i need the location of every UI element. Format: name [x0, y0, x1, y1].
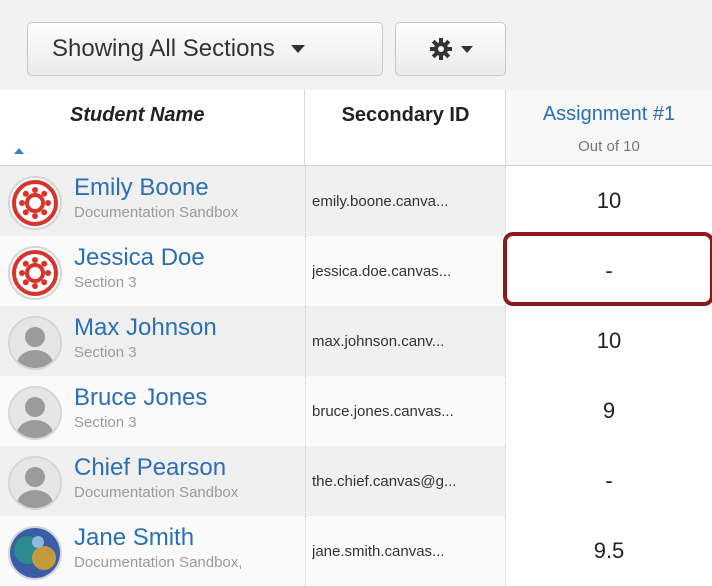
student-row: Max Johnson Section 3 max.johnson.canv..… — [0, 306, 712, 376]
secondary-id-cell: jessica.doe.canvas... — [305, 236, 506, 306]
student-section-label: Documentation Sandbox, — [74, 554, 243, 571]
student-name-link[interactable]: Max Johnson — [74, 314, 217, 342]
student-name-link[interactable]: Emily Boone — [74, 174, 209, 202]
section-filter-label: Showing All Sections — [52, 35, 275, 62]
secondary-id-value: emily.boone.canva... — [312, 192, 449, 210]
grade-value: - — [605, 468, 613, 493]
canvas-logo-avatar-icon — [8, 246, 62, 300]
student-row: Jane Smith Documentation Sandbox, jane.s… — [0, 516, 712, 586]
grade-value: 10 — [596, 188, 622, 213]
grade-value: 9.5 — [593, 538, 625, 563]
student-name-column-header[interactable]: Student Name — [0, 90, 305, 166]
grade-cell[interactable]: 9 — [506, 376, 712, 446]
secondary-id-cell: bruce.jones.canvas... — [305, 376, 506, 446]
chevron-down-icon — [460, 45, 473, 53]
grade-cell[interactable]: 10 — [506, 166, 712, 236]
student-name-cell: Bruce Jones Section 3 — [0, 376, 305, 446]
secondary-id-cell: emily.boone.canva... — [305, 166, 506, 236]
student-row: Emily Boone Documentation Sandbox emily.… — [0, 166, 712, 236]
student-name-cell: Chief Pearson Documentation Sandbox — [0, 446, 305, 516]
secondary-id-value: jessica.doe.canvas... — [312, 262, 452, 280]
student-name-cell: Jessica Doe Section 3 — [0, 236, 305, 306]
assignment-points-label: Out of 10 — [578, 138, 640, 155]
secondary-id-cell: jane.smith.canvas... — [305, 516, 506, 586]
student-name-link[interactable]: Chief Pearson — [74, 454, 226, 482]
default-user-avatar-icon — [8, 316, 62, 370]
grade-cell[interactable]: 10 — [506, 306, 712, 376]
grade-cell[interactable]: 9.5 — [506, 516, 712, 586]
student-name-header-label: Student Name — [70, 104, 205, 126]
student-name-link[interactable]: Bruce Jones — [74, 384, 207, 412]
secondary-id-cell: max.johnson.canv... — [305, 306, 506, 376]
default-user-avatar-icon — [8, 456, 62, 510]
default-user-avatar-icon — [8, 386, 62, 440]
student-section-label: Documentation Sandbox — [74, 484, 239, 501]
secondary-id-value: jane.smith.canvas... — [312, 542, 445, 560]
grade-value: 10 — [596, 328, 622, 353]
user-photo-avatar — [8, 526, 62, 580]
canvas-logo-avatar-icon — [8, 176, 62, 230]
secondary-id-value: the.chief.canvas@g... — [312, 472, 457, 490]
assignment-column-header[interactable]: Assignment #1 Out of 10 — [506, 90, 712, 166]
sort-ascending-icon — [14, 148, 24, 154]
secondary-id-value: max.johnson.canv... — [312, 332, 445, 350]
gradebook-toolbar: Showing All Sections — [0, 0, 712, 91]
student-row: Bruce Jones Section 3 bruce.jones.canvas… — [0, 376, 712, 446]
secondary-id-column-header[interactable]: Secondary ID — [305, 90, 506, 166]
grade-cell[interactable]: - — [506, 446, 712, 516]
student-name-cell: Max Johnson Section 3 — [0, 306, 305, 376]
secondary-id-header-label: Secondary ID — [341, 104, 470, 126]
chevron-down-icon — [290, 45, 305, 53]
selected-cell-highlight — [503, 232, 712, 306]
secondary-id-value: bruce.jones.canvas... — [312, 402, 454, 420]
student-name-link[interactable]: Jane Smith — [74, 524, 194, 552]
assignment-title-link[interactable]: Assignment #1 — [506, 103, 712, 126]
student-row: Chief Pearson Documentation Sandbox the.… — [0, 446, 712, 516]
grade-value: 9 — [602, 398, 616, 423]
student-section-label: Section 3 — [74, 414, 137, 431]
gradebook-header: Student Name Secondary ID Assignment #1 … — [0, 90, 712, 166]
section-filter-button[interactable]: Showing All Sections — [27, 22, 383, 76]
student-name-cell: Emily Boone Documentation Sandbox — [0, 166, 305, 236]
student-section-label: Documentation Sandbox — [74, 204, 239, 221]
settings-menu-button[interactable] — [395, 22, 506, 76]
student-section-label: Section 3 — [74, 344, 137, 361]
student-name-link[interactable]: Jessica Doe — [74, 244, 205, 272]
student-name-cell: Jane Smith Documentation Sandbox, — [0, 516, 305, 586]
student-section-label: Section 3 — [74, 274, 137, 291]
gear-icon — [429, 38, 452, 60]
secondary-id-cell: the.chief.canvas@g... — [305, 446, 506, 516]
